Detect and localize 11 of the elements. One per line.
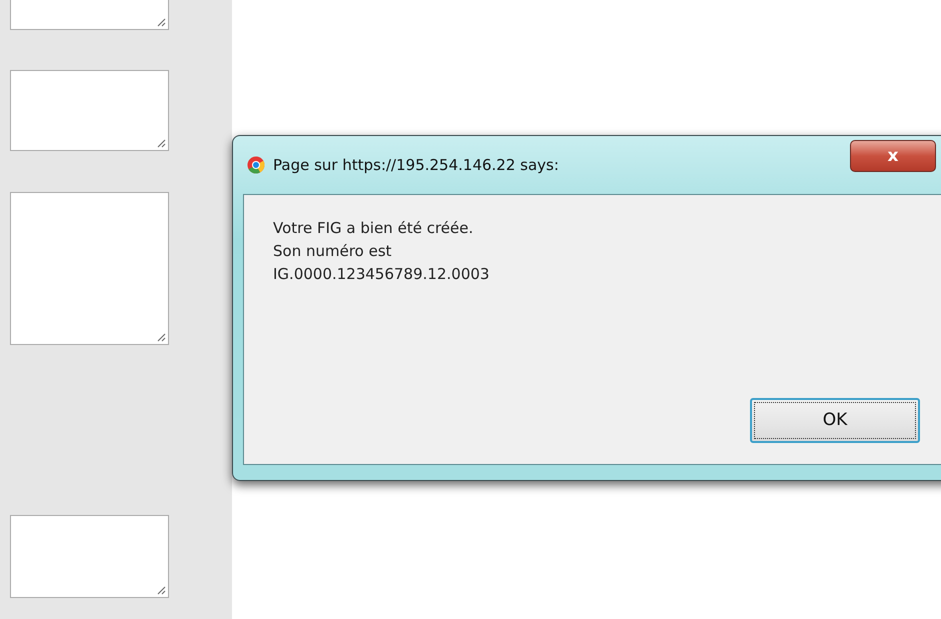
- dialog-title: Page sur https://195.254.146.22 says:: [273, 154, 559, 176]
- resize-grip-icon[interactable]: [157, 586, 166, 595]
- browser-logo-icon: [247, 156, 265, 174]
- message-line: Son numéro est: [273, 241, 393, 262]
- close-button[interactable]: x: [850, 140, 936, 172]
- resize-grip-icon[interactable]: [157, 18, 166, 27]
- message-line: Votre FIG a bien été créée.: [273, 218, 474, 239]
- message-line: IG.0000.123456789.12.0003: [273, 264, 490, 285]
- resize-grip-icon[interactable]: [157, 139, 166, 148]
- resize-grip-icon[interactable]: [157, 333, 166, 342]
- ok-button[interactable]: OK: [750, 398, 920, 443]
